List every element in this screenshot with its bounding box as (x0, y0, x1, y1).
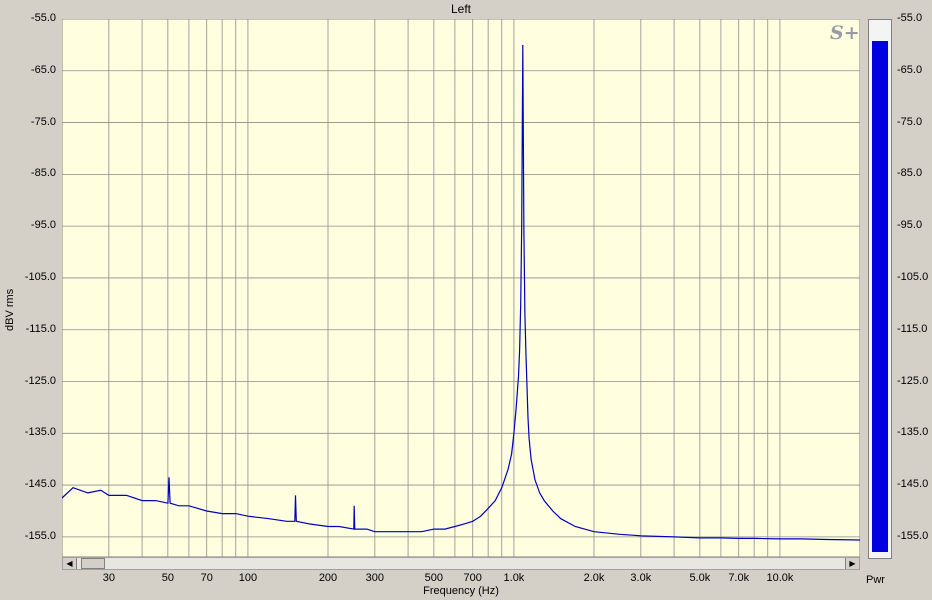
x-tick-label: 10.0k (766, 572, 794, 584)
x-tick-label: 500 (424, 572, 444, 584)
y-tick-label: -75.0 (30, 115, 56, 128)
x-tick-label: 2.0k (583, 572, 605, 584)
horizontal-scrollbar[interactable]: ◀ ▶ (62, 557, 860, 570)
y-tick-label: -125.0 (24, 374, 56, 387)
scroll-thumb[interactable] (81, 558, 105, 569)
plot-area[interactable] (62, 19, 860, 557)
power-meter-label: Pwr (866, 574, 885, 586)
scroll-right-button[interactable]: ▶ (845, 558, 859, 569)
y-tick-label: -85.0 (30, 167, 56, 180)
x-tick-label: 100 (238, 572, 258, 584)
y-tick-label-right: -85.0 (897, 167, 923, 180)
y-tick-label-right: -75.0 (897, 115, 923, 128)
y-tick-label: -155.0 (24, 529, 56, 542)
x-tick-label: 700 (463, 572, 482, 584)
x-tick-label: 1.0k (503, 572, 525, 584)
x-tick-label: 5.0k (689, 572, 711, 584)
x-tick-label: 7.0k (728, 572, 750, 584)
y-tick-label-right: -125.0 (897, 374, 929, 387)
y-tick-label-right: -155.0 (897, 529, 929, 542)
plot-background (62, 19, 860, 557)
y-tick-label: -135.0 (24, 426, 56, 439)
y-axis-label: dBV rms (4, 288, 16, 332)
power-meter-bar (872, 40, 888, 552)
x-tick-label: 50 (161, 572, 174, 584)
scroll-left-button[interactable]: ◀ (63, 558, 77, 569)
y-tick-label: -115.0 (25, 322, 56, 335)
y-tick-label-right: -135.0 (897, 426, 929, 439)
y-tick-label-right: -65.0 (897, 63, 923, 76)
y-tick-label: -55.0 (30, 12, 56, 24)
y-tick-label-right: -115.0 (897, 322, 928, 335)
y-tick-label-right: -105.0 (897, 270, 929, 283)
y-tick-label-right: -145.0 (897, 478, 929, 491)
x-tick-label: 70 (200, 572, 213, 584)
y-tick-label: -95.0 (30, 219, 56, 232)
y-tick-label-right: -95.0 (897, 219, 923, 232)
x-tick-label: 200 (318, 572, 338, 584)
y-tick-label-right: -55.0 (897, 12, 923, 24)
y-tick-label: -105.0 (24, 270, 56, 283)
x-tick-label: 300 (365, 572, 384, 584)
brand-logo: S+ (830, 22, 860, 44)
chart-title: Left (450, 2, 471, 16)
x-tick-label: 30 (102, 572, 115, 584)
y-tick-label: -65.0 (30, 63, 56, 76)
x-axis-label: Frequency (Hz) (423, 585, 499, 597)
power-meter (868, 19, 892, 559)
x-tick-label: 3.0k (630, 572, 652, 584)
y-tick-label: -145.0 (24, 478, 56, 491)
